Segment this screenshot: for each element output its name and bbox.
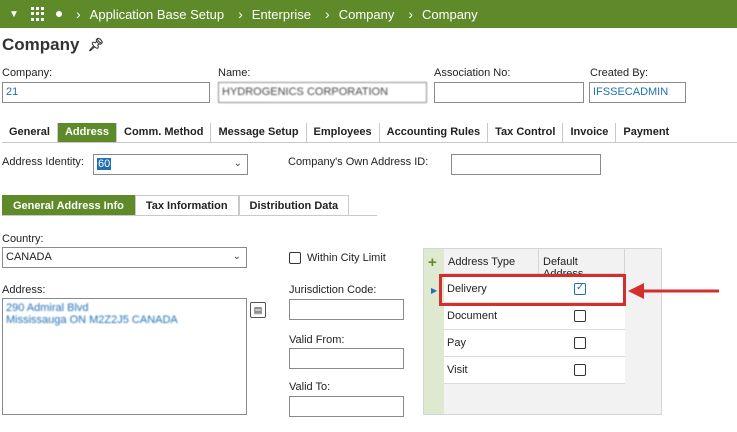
within-city-limit-checkbox[interactable] [289, 252, 301, 264]
column-header-address-type[interactable]: Address Type [444, 249, 539, 274]
add-row-icon[interactable]: + [428, 254, 437, 271]
tab-payment[interactable]: Payment [616, 123, 676, 142]
address-label: Address: [2, 284, 46, 296]
tab-invoice[interactable]: Invoice [563, 123, 617, 142]
company-label: Company: [2, 67, 53, 79]
chevron-right-icon: › [325, 6, 330, 22]
pin-icon[interactable]: 📌︎ [87, 37, 104, 53]
association-label: Association No: [434, 67, 511, 79]
current-row-arrow-icon: ▶ [431, 286, 438, 295]
chevron-down-icon: ⌄ [232, 251, 241, 262]
top-navigation-bar: ▼ › Application Base Setup › Enterprise … [0, 0, 737, 28]
country-label: Country: [2, 233, 44, 245]
tab-tax-control[interactable]: Tax Control [488, 123, 564, 142]
breadcrumb-item[interactable]: Enterprise [252, 7, 311, 22]
tab-tax-information[interactable]: Tax Information [134, 195, 239, 215]
jurisdiction-label: Jurisdiction Code: [289, 284, 377, 296]
address-textarea[interactable]: 290 Admiral Blvd Mississauga ON M2Z2J5 C… [2, 298, 247, 415]
created-by-label: Created By: [590, 67, 649, 79]
page-title: Company 📌︎ [2, 35, 104, 55]
sub-tabs: General Address Info Tax Information Dis… [2, 195, 377, 216]
default-address-checkbox[interactable] [574, 310, 586, 322]
chevron-right-icon: › [408, 6, 414, 22]
tab-accounting-rules[interactable]: Accounting Rules [380, 123, 489, 142]
app-grid-icon[interactable] [31, 7, 45, 21]
name-label: Name: [218, 67, 251, 79]
default-address-checkbox[interactable] [574, 337, 586, 349]
country-select[interactable]: CANADA ⌄ [2, 247, 247, 268]
address-lookup-icon[interactable]: ▤ [250, 302, 266, 318]
association-field[interactable] [434, 82, 584, 103]
name-field[interactable]: HYDROGENICS CORPORATION [218, 82, 427, 103]
table-row[interactable]: Pay [444, 330, 625, 357]
own-address-id-field[interactable] [451, 154, 601, 175]
own-address-id-label: Company's Own Address ID: [288, 156, 429, 168]
address-identity-select[interactable]: 60 ⌄ [93, 154, 248, 175]
address-line-2: Mississauga ON M2Z2J5 CANADA [6, 314, 178, 326]
country-value: CANADA [6, 251, 52, 263]
created-by-field[interactable]: IFSSECADMIN [589, 82, 686, 103]
tab-general-address-info[interactable]: General Address Info [2, 195, 135, 215]
table-row[interactable]: Document [444, 303, 625, 330]
default-address-checkbox[interactable] [574, 364, 586, 376]
address-identity-label: Address Identity: [2, 156, 84, 168]
jurisdiction-field[interactable] [289, 299, 404, 320]
valid-from-field[interactable] [289, 348, 404, 369]
tab-distribution-data[interactable]: Distribution Data [238, 195, 350, 215]
breadcrumb: › Application Base Setup › Enterprise › … [62, 6, 478, 22]
chevron-right-icon: › [238, 6, 243, 22]
address-type-cell: Document [447, 310, 498, 322]
tab-message-setup[interactable]: Message Setup [211, 123, 307, 142]
within-city-limit[interactable]: Within City Limit [289, 252, 386, 264]
chevron-right-icon: › [76, 6, 81, 22]
breadcrumb-item[interactable]: Application Base Setup [90, 7, 224, 22]
address-type-cell: Visit [447, 364, 468, 376]
address-type-cell: Pay [447, 337, 466, 349]
main-tabs: General Address Comm. Method Message Set… [2, 123, 737, 143]
annotation-arrow-icon [628, 283, 719, 299]
address-identity-value: 60 [97, 158, 112, 170]
tab-comm-method[interactable]: Comm. Method [117, 123, 212, 142]
tab-employees[interactable]: Employees [307, 123, 380, 142]
dropdown-caret-icon[interactable]: ▼ [9, 9, 21, 20]
page-title-text: Company [2, 35, 80, 54]
table-row[interactable]: Visit [444, 357, 625, 384]
chevron-down-icon: ⌄ [233, 158, 242, 169]
valid-from-label: Valid From: [289, 334, 345, 346]
valid-to-field[interactable] [289, 396, 404, 417]
annotation-highlight-box [439, 274, 626, 306]
tab-address[interactable]: Address [57, 123, 117, 142]
tab-general[interactable]: General [2, 123, 58, 142]
company-field[interactable]: 21 [2, 82, 210, 103]
breadcrumb-item[interactable]: Company [339, 7, 395, 22]
valid-to-label: Valid To: [289, 381, 331, 393]
breadcrumb-item[interactable]: Company [422, 7, 478, 22]
within-city-limit-label: Within City Limit [307, 252, 386, 264]
address-line-1: 290 Admiral Blvd [6, 302, 89, 314]
column-header-default-address[interactable]: Default Address [539, 249, 625, 280]
